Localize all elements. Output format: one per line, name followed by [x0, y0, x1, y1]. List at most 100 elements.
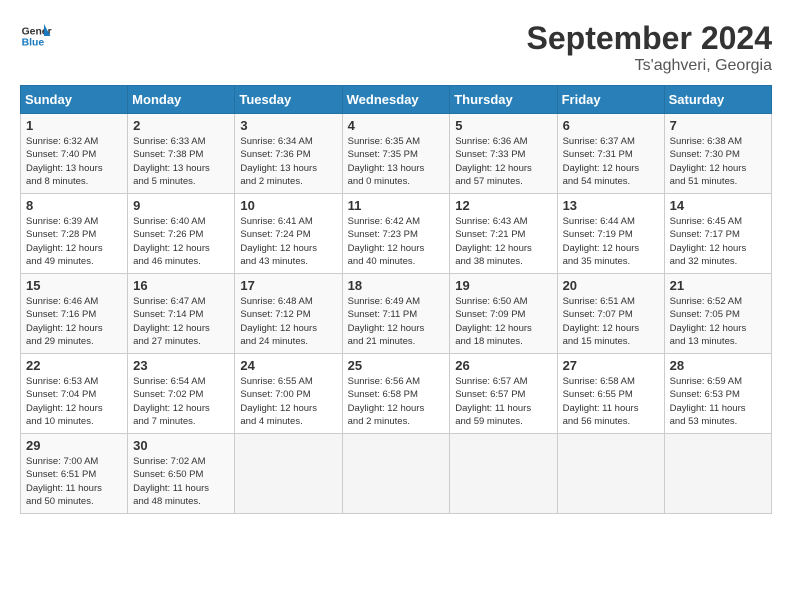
calendar-day-cell: 11Sunrise: 6:42 AM Sunset: 7:23 PM Dayli…: [342, 194, 450, 274]
day-info: Sunrise: 6:44 AM Sunset: 7:19 PM Dayligh…: [563, 215, 659, 268]
day-number: 22: [26, 358, 122, 373]
calendar-day-cell: 9Sunrise: 6:40 AM Sunset: 7:26 PM Daylig…: [128, 194, 235, 274]
day-number: 10: [240, 198, 336, 213]
calendar-day-cell: 17Sunrise: 6:48 AM Sunset: 7:12 PM Dayli…: [235, 274, 342, 354]
calendar-week-row: 8 Sunrise: 6:39 AM Sunset: 7:28 PM Daylig…: [21, 194, 772, 274]
day-number: 1: [26, 118, 122, 133]
month-title: September 2024: [527, 20, 772, 57]
calendar-day-cell: 3 Sunrise: 6:34 AM Sunset: 7:36 PM Daylig…: [235, 114, 342, 194]
calendar-day-cell: 16Sunrise: 6:47 AM Sunset: 7:14 PM Dayli…: [128, 274, 235, 354]
day-info: Sunrise: 6:39 AM Sunset: 7:28 PM Dayligh…: [26, 215, 122, 268]
day-number: 6: [563, 118, 659, 133]
day-info: Sunrise: 6:51 AM Sunset: 7:07 PM Dayligh…: [563, 295, 659, 348]
day-info: Sunrise: 6:37 AM Sunset: 7:31 PM Dayligh…: [563, 135, 659, 188]
day-number: 29: [26, 438, 122, 453]
day-info: Sunrise: 6:41 AM Sunset: 7:24 PM Dayligh…: [240, 215, 336, 268]
day-number: 13: [563, 198, 659, 213]
day-number: 26: [455, 358, 551, 373]
day-number: 15: [26, 278, 122, 293]
calendar-day-cell: 15 Sunrise: 6:46 AM Sunset: 7:16 PM Dayli…: [21, 274, 128, 354]
calendar-day-cell: 23 Sunrise: 6:54 AM Sunset: 7:02 PM Dayli…: [128, 354, 235, 434]
day-number: 21: [670, 278, 766, 293]
calendar-day-cell: [664, 434, 771, 514]
logo: General Blue: [20, 20, 52, 52]
weekday-header: Sunday: [21, 86, 128, 114]
day-info: Sunrise: 6:49 AM Sunset: 7:11 PM Dayligh…: [348, 295, 445, 348]
weekday-header: Thursday: [450, 86, 557, 114]
day-number: 14: [670, 198, 766, 213]
day-info: Sunrise: 6:50 AM Sunset: 7:09 PM Dayligh…: [455, 295, 551, 348]
day-number: 11: [348, 198, 445, 213]
day-number: 30: [133, 438, 229, 453]
day-number: 20: [563, 278, 659, 293]
day-info: Sunrise: 7:00 AM Sunset: 6:51 PM Dayligh…: [26, 455, 122, 508]
day-number: 8: [26, 198, 122, 213]
calendar-day-cell: [450, 434, 557, 514]
calendar-day-cell: 18 Sunrise: 6:49 AM Sunset: 7:11 PM Dayli…: [342, 274, 450, 354]
day-info: Sunrise: 6:33 AM Sunset: 7:38 PM Dayligh…: [133, 135, 229, 188]
day-number: 7: [670, 118, 766, 133]
day-number: 23: [133, 358, 229, 373]
day-info: Sunrise: 6:52 AM Sunset: 7:05 PM Dayligh…: [670, 295, 766, 348]
calendar-day-cell: 5Sunrise: 6:36 AM Sunset: 7:33 PM Daylig…: [450, 114, 557, 194]
location: Ts'aghveri, Georgia: [527, 57, 772, 75]
weekday-header: Friday: [557, 86, 664, 114]
calendar-day-cell: [342, 434, 450, 514]
calendar-day-cell: 24 Sunrise: 6:55 AM Sunset: 7:00 PM Dayli…: [235, 354, 342, 434]
day-number: 2: [133, 118, 229, 133]
day-info: Sunrise: 6:34 AM Sunset: 7:36 PM Dayligh…: [240, 135, 336, 188]
calendar-day-cell: 22 Sunrise: 6:53 AM Sunset: 7:04 PM Dayli…: [21, 354, 128, 434]
day-info: Sunrise: 6:45 AM Sunset: 7:17 PM Dayligh…: [670, 215, 766, 268]
day-info: Sunrise: 6:48 AM Sunset: 7:12 PM Dayligh…: [240, 295, 336, 348]
calendar-day-cell: 4Sunrise: 6:35 AM Sunset: 7:35 PM Daylig…: [342, 114, 450, 194]
calendar-day-cell: 2 Sunrise: 6:33 AM Sunset: 7:38 PM Daylig…: [128, 114, 235, 194]
page-header: General Blue September 2024 Ts'aghveri, …: [20, 20, 772, 75]
calendar-day-cell: 27 Sunrise: 6:58 AM Sunset: 6:55 PM Dayli…: [557, 354, 664, 434]
day-number: 9: [133, 198, 229, 213]
day-info: Sunrise: 6:32 AM Sunset: 7:40 PM Dayligh…: [26, 135, 122, 188]
day-info: Sunrise: 6:54 AM Sunset: 7:02 PM Dayligh…: [133, 375, 229, 428]
logo-icon: General Blue: [20, 20, 52, 52]
day-info: Sunrise: 6:57 AM Sunset: 6:57 PM Dayligh…: [455, 375, 551, 428]
day-info: Sunrise: 6:43 AM Sunset: 7:21 PM Dayligh…: [455, 215, 551, 268]
calendar-day-cell: [235, 434, 342, 514]
day-info: Sunrise: 6:46 AM Sunset: 7:16 PM Dayligh…: [26, 295, 122, 348]
weekday-header: Saturday: [664, 86, 771, 114]
calendar-day-cell: 19 Sunrise: 6:50 AM Sunset: 7:09 PM Dayli…: [450, 274, 557, 354]
day-number: 12: [455, 198, 551, 213]
calendar-day-cell: 12 Sunrise: 6:43 AM Sunset: 7:21 PM Dayli…: [450, 194, 557, 274]
calendar-day-cell: 26 Sunrise: 6:57 AM Sunset: 6:57 PM Dayli…: [450, 354, 557, 434]
calendar-day-cell: 8 Sunrise: 6:39 AM Sunset: 7:28 PM Daylig…: [21, 194, 128, 274]
day-number: 27: [563, 358, 659, 373]
day-info: Sunrise: 6:55 AM Sunset: 7:00 PM Dayligh…: [240, 375, 336, 428]
calendar-week-row: 22 Sunrise: 6:53 AM Sunset: 7:04 PM Dayli…: [21, 354, 772, 434]
day-number: 28: [670, 358, 766, 373]
calendar-day-cell: 1 Sunrise: 6:32 AM Sunset: 7:40 PM Daylig…: [21, 114, 128, 194]
day-number: 18: [348, 278, 445, 293]
calendar-day-cell: 13 Sunrise: 6:44 AM Sunset: 7:19 PM Dayli…: [557, 194, 664, 274]
calendar-week-row: 15 Sunrise: 6:46 AM Sunset: 7:16 PM Dayli…: [21, 274, 772, 354]
weekday-header: Wednesday: [342, 86, 450, 114]
calendar-day-cell: 20 Sunrise: 6:51 AM Sunset: 7:07 PM Dayli…: [557, 274, 664, 354]
svg-text:Blue: Blue: [22, 38, 45, 49]
calendar-day-cell: 14 Sunrise: 6:45 AM Sunset: 7:17 PM Dayli…: [664, 194, 771, 274]
calendar-day-cell: 6 Sunrise: 6:37 AM Sunset: 7:31 PM Daylig…: [557, 114, 664, 194]
day-number: 24: [240, 358, 336, 373]
day-info: Sunrise: 6:35 AM Sunset: 7:35 PM Dayligh…: [348, 135, 445, 188]
day-info: Sunrise: 6:58 AM Sunset: 6:55 PM Dayligh…: [563, 375, 659, 428]
calendar-day-cell: 7 Sunrise: 6:38 AM Sunset: 7:30 PM Daylig…: [664, 114, 771, 194]
day-number: 3: [240, 118, 336, 133]
day-number: 19: [455, 278, 551, 293]
calendar-header-row: SundayMondayTuesdayWednesdayThursdayFrid…: [21, 86, 772, 114]
day-info: Sunrise: 6:38 AM Sunset: 7:30 PM Dayligh…: [670, 135, 766, 188]
weekday-header: Monday: [128, 86, 235, 114]
calendar-table: SundayMondayTuesdayWednesdayThursdayFrid…: [20, 85, 772, 514]
day-info: Sunrise: 6:53 AM Sunset: 7:04 PM Dayligh…: [26, 375, 122, 428]
day-info: Sunrise: 6:47 AM Sunset: 7:14 PM Dayligh…: [133, 295, 229, 348]
calendar-day-cell: 29 Sunrise: 7:00 AM Sunset: 6:51 PM Dayli…: [21, 434, 128, 514]
day-info: Sunrise: 6:59 AM Sunset: 6:53 PM Dayligh…: [670, 375, 766, 428]
calendar-day-cell: 30Sunrise: 7:02 AM Sunset: 6:50 PM Dayli…: [128, 434, 235, 514]
calendar-day-cell: [557, 434, 664, 514]
title-block: September 2024 Ts'aghveri, Georgia: [527, 20, 772, 75]
weekday-header: Tuesday: [235, 86, 342, 114]
